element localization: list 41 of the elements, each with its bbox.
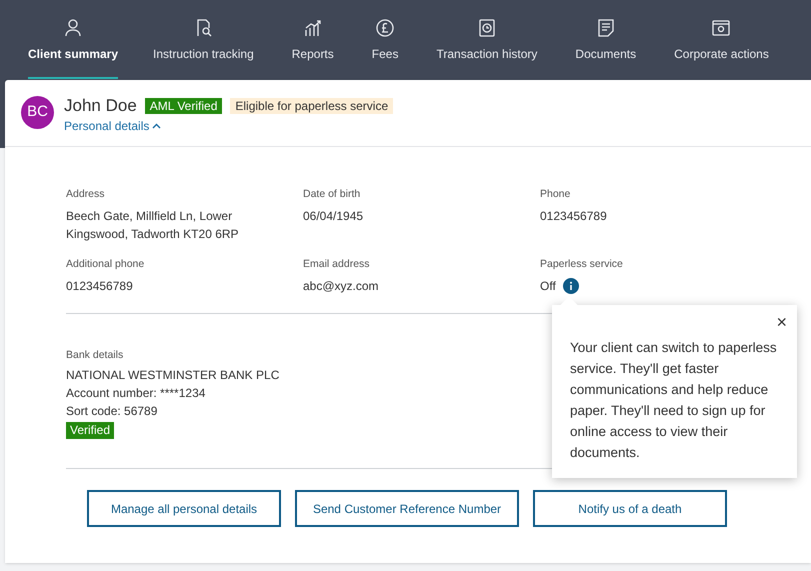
field-value: 06/04/1945	[303, 208, 364, 225]
info-icon[interactable]	[562, 278, 579, 294]
status-badge: Eligible for paperless service	[230, 98, 394, 114]
field-value: abc@xyz.com	[303, 278, 379, 295]
nav-icon	[302, 18, 323, 38]
field-value: Off	[540, 278, 556, 295]
popover-text: Your client can switch to paperless service. They'll get faster communications and help reduce paper. They'll need to sign up for online access to view their documents.	[570, 339, 778, 462]
client-name: John Doe	[64, 96, 137, 116]
nav-tab[interactable]: Transaction history	[436, 0, 538, 79]
field-label: Bank details	[66, 348, 124, 362]
field-value: 0123456789	[66, 278, 133, 295]
nav-tab[interactable]: Reports	[292, 0, 334, 79]
action-button[interactable]: Manage all personal details	[87, 490, 281, 527]
field-label: Additional phone	[66, 257, 146, 271]
nav-tab[interactable]: Instruction tracking	[153, 0, 254, 79]
bank-detail: Account number: ****1234	[66, 385, 206, 402]
action-button[interactable]: Notify us of a death	[533, 490, 727, 527]
field-label: Date of birth	[303, 187, 362, 201]
personal-details-link[interactable]: Personal details	[64, 117, 394, 135]
chevron-icon	[152, 123, 162, 129]
nav-tab[interactable]: Documents	[575, 0, 636, 79]
field-value: 0123456789	[540, 208, 607, 225]
field-label: Address	[66, 187, 106, 201]
nav-tab[interactable]: Fees	[372, 0, 398, 79]
field-value: Beech Gate, Millfield Ln, Lower Kingswood, Tadworth KT20 6RP	[66, 208, 240, 243]
field-label: Email address	[303, 257, 371, 271]
field-label: Phone	[540, 187, 572, 201]
bank-detail: NATIONAL WESTMINSTER BANK PLC	[66, 367, 280, 384]
avatar: BC	[21, 96, 54, 129]
nav-icon	[63, 18, 84, 38]
status-badge: Verified	[66, 422, 114, 439]
nav-tab[interactable]: Corporate actions	[674, 0, 769, 79]
nav-icon	[476, 18, 497, 38]
status-badge: AML Verified	[144, 98, 222, 114]
bank-detail: Sort code: 56789	[66, 403, 158, 420]
nav-icon	[596, 18, 616, 38]
nav-icon	[375, 18, 396, 38]
nav-icon	[711, 18, 732, 38]
field-label: Paperless service	[540, 257, 624, 271]
action-button[interactable]: Send Customer Reference Number	[295, 490, 519, 527]
close-button[interactable]: ×	[776, 312, 787, 332]
